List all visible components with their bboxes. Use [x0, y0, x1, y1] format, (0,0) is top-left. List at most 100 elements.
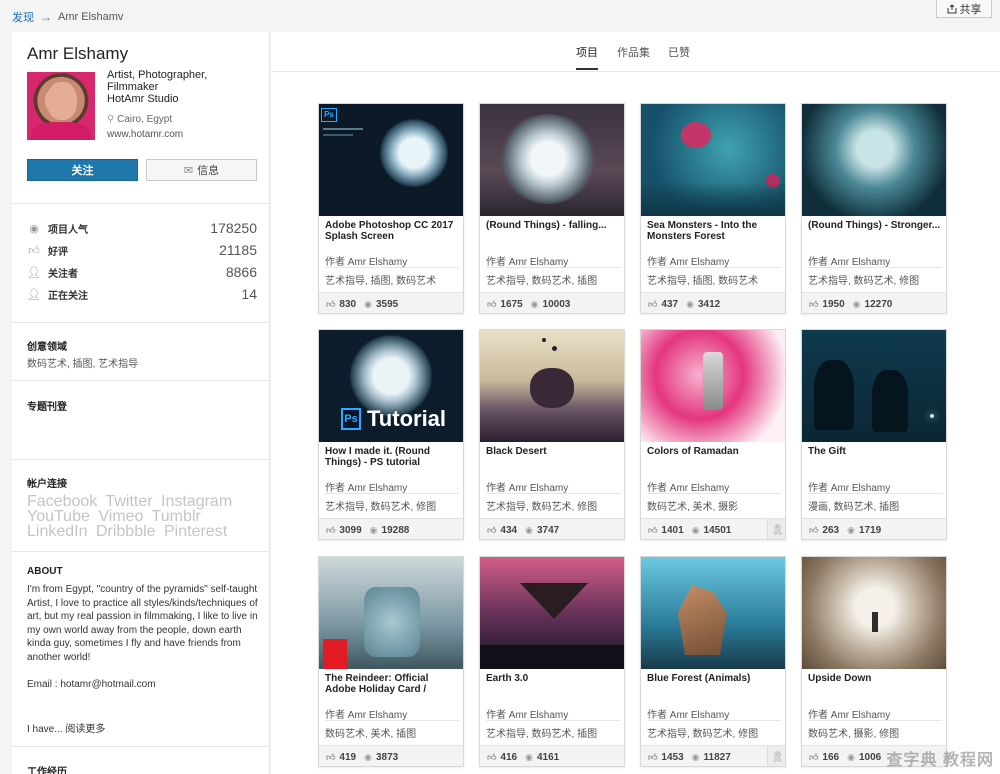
linkedin-link[interactable]: LinkedIn [27, 523, 88, 540]
project-thumbnail[interactable] [480, 104, 624, 216]
project-author[interactable]: 作者 Amr Elshamy [486, 253, 568, 268]
thumbs-up-icon: 👍︎ [487, 751, 497, 762]
project-title[interactable]: (Round Things) - Stronger... [808, 220, 942, 231]
bio-line[interactable]: HotAmr Studio [107, 93, 257, 105]
profile-website-link[interactable]: www.hotamr.com [107, 129, 183, 140]
tab-collections[interactable]: 作品集 [617, 44, 650, 60]
project-stats: 👍︎ 416 ◉ 4161 [480, 745, 624, 766]
project-tags: 数码艺术, 摄影, 修图 [808, 729, 900, 740]
project-thumbnail[interactable] [802, 557, 946, 669]
views-count: 1006 [858, 751, 882, 763]
project-author[interactable]: 作者 Amr Elshamy [486, 706, 568, 721]
project-thumbnail[interactable]: Ps [319, 104, 463, 216]
card-divider [325, 720, 459, 721]
project-tags: 艺术指导, 数码艺术, 修图 [647, 729, 759, 740]
project-title[interactable]: Blue Forest (Animals) [647, 673, 781, 684]
featured-ribbon-icon: 🎗︎ [767, 519, 785, 539]
project-title[interactable]: Adobe Photoshop CC 2017 Splash Screen [325, 220, 459, 242]
divider [12, 551, 269, 552]
project-author[interactable]: 作者 Amr Elshamy [647, 706, 729, 721]
thumbs-up-icon: 👍︎ [648, 524, 658, 535]
ps-logo-icon: Ps [341, 408, 361, 430]
share-button[interactable]: 共享 [936, 0, 992, 18]
project-stats: 👍︎ 3099 ◉ 19288 [319, 518, 463, 539]
project-thumbnail[interactable] [802, 330, 946, 442]
dribbble-link[interactable]: Dribbble [96, 523, 156, 540]
project-title[interactable]: Sea Monsters - Into the Monsters Forest [647, 220, 781, 242]
project-tags: 数码艺术, 美术, 摄影 [647, 502, 739, 513]
project-author[interactable]: 作者 Amr Elshamy [486, 479, 568, 494]
project-tags: 艺术指导, 插图, 数码艺术 [647, 276, 759, 287]
project-card[interactable]: The Gift 作者 Amr Elshamy 漫画, 数码艺术, 插图 👍︎ 263 ◉… [801, 329, 947, 540]
project-title[interactable]: Upside Down [808, 673, 942, 684]
project-author[interactable]: 作者 Amr Elshamy [325, 706, 407, 721]
eye-icon: ◉ [691, 524, 700, 535]
avatar[interactable] [27, 72, 95, 140]
likes-count: 437 [661, 298, 679, 310]
thumbs-up-icon: 👍︎ [487, 298, 497, 309]
project-card[interactable]: Upside Down 作者 Amr Elshamy 数码艺术, 摄影, 修图 👍︎ 1… [801, 556, 947, 767]
stat-following[interactable]: 👤︎ 正在关注 14 [27, 284, 257, 304]
project-card[interactable]: Earth 3.0 作者 Amr Elshamy 艺术指导, 数码艺术, 插图 👍︎ 4… [479, 556, 625, 767]
project-title[interactable]: Colors of Ramadan [647, 446, 781, 457]
project-title[interactable]: Black Desert [486, 446, 620, 457]
project-card[interactable]: Colors of Ramadan 作者 Amr Elshamy 数码艺术, 美术,… [640, 329, 786, 540]
project-title[interactable]: The Reindeer: Official Adobe Holiday Car… [325, 673, 459, 695]
read-more-link[interactable]: I have... 阅读更多 [27, 720, 105, 735]
project-card[interactable]: Blue Forest (Animals) 作者 Amr Elshamy 艺术指导,… [640, 556, 786, 767]
views-count: 1719 [858, 524, 882, 536]
project-author[interactable]: 作者 Amr Elshamy [325, 253, 407, 268]
divider [12, 203, 269, 204]
project-thumbnail[interactable] [319, 557, 463, 669]
project-thumbnail[interactable]: Ps Tutorial [319, 330, 463, 442]
project-author[interactable]: 作者 Amr Elshamy [808, 706, 890, 721]
project-thumbnail[interactable] [480, 557, 624, 669]
thumbs-up-icon: 👍︎ [487, 524, 497, 535]
views-count: 19288 [381, 524, 410, 536]
project-author[interactable]: 作者 Amr Elshamy [808, 253, 890, 268]
views-count: 12270 [864, 298, 893, 310]
project-card[interactable]: Ps Adobe Photoshop CC 2017 Splash Screen 作… [318, 103, 464, 314]
project-thumbnail[interactable] [641, 557, 785, 669]
tab-projects[interactable]: 项目 [576, 44, 598, 60]
thumbs-up-icon: 👍︎ [326, 298, 336, 309]
card-divider [647, 720, 781, 721]
card-divider [486, 720, 620, 721]
views-count: 10003 [542, 298, 571, 310]
project-thumbnail[interactable] [641, 330, 785, 442]
follow-button[interactable]: 关注 [27, 159, 138, 181]
project-author[interactable]: 作者 Amr Elshamy [808, 479, 890, 494]
tab-appreciated[interactable]: 已赞 [668, 44, 690, 60]
pinterest-link[interactable]: Pinterest [164, 523, 227, 540]
project-author[interactable]: 作者 Amr Elshamy [325, 479, 407, 494]
project-card[interactable]: Ps Tutorial How I made it. (Round Things) … [318, 329, 464, 540]
project-tags: 艺术指导, 数码艺术, 修图 [486, 502, 598, 513]
project-author[interactable]: 作者 Amr Elshamy [647, 253, 729, 268]
eye-icon: ◉ [525, 751, 533, 762]
project-title[interactable]: (Round Things) - falling... [486, 220, 620, 231]
project-title[interactable]: Earth 3.0 [486, 673, 620, 684]
project-title[interactable]: The Gift [808, 446, 942, 457]
project-thumbnail[interactable] [802, 104, 946, 216]
project-card[interactable]: (Round Things) - Stronger... 作者 Amr Elsha… [801, 103, 947, 314]
social-links: Facebook Twitter Instagram YouTube Vimeo… [27, 494, 267, 540]
breadcrumb-discover-link[interactable]: 发现 [12, 9, 34, 25]
project-card[interactable]: The Reindeer: Official Adobe Holiday Car… [318, 556, 464, 767]
project-author[interactable]: 作者 Amr Elshamy [647, 479, 729, 494]
project-card[interactable]: Sea Monsters - Into the Monsters Forest 作… [640, 103, 786, 314]
divider [12, 322, 269, 323]
eye-icon: ◉ [847, 524, 855, 535]
stat-followers[interactable]: 👤︎ 关注者 8866 [27, 262, 257, 282]
project-title[interactable]: How I made it. (Round Things) - PS tutor… [325, 446, 459, 468]
project-thumbnail[interactable] [641, 104, 785, 216]
stat-likes: 👍︎ 好评 21185 [27, 240, 257, 260]
profile-sidebar: Amr Elshamy Artist, Photographer, Filmma… [12, 32, 270, 774]
message-button[interactable]: ✉ 信息 [146, 159, 257, 181]
profile-tabs: 项目 作品集 已赞 [271, 32, 1000, 72]
project-card[interactable]: (Round Things) - falling... 作者 Amr Elsham… [479, 103, 625, 314]
project-thumbnail[interactable] [480, 330, 624, 442]
avatar-face [47, 82, 77, 120]
project-card[interactable]: Black Desert 作者 Amr Elshamy 艺术指导, 数码艺术, 修图… [479, 329, 625, 540]
project-tags: 艺术指导, 数码艺术, 修图 [325, 502, 437, 513]
likes-count: 3099 [339, 524, 362, 536]
